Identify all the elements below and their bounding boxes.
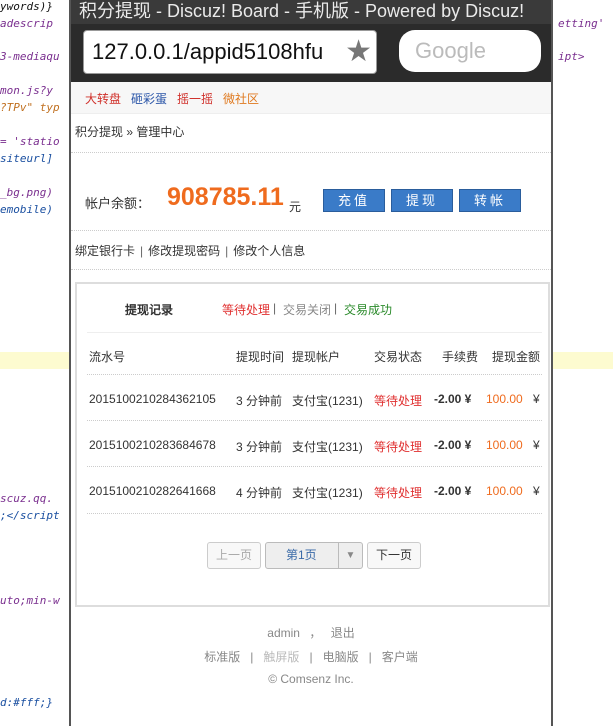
mode-desktop-link[interactable]: 电脑版 bbox=[323, 650, 359, 664]
footer-user: admin ， 退出 bbox=[71, 624, 551, 641]
mode-client-link[interactable]: 客户端 bbox=[382, 650, 418, 664]
breadcrumb[interactable]: 积分提现 » 管理中心 bbox=[75, 123, 184, 140]
balance-unit: 元 bbox=[289, 200, 302, 214]
currency-cell: ¥ bbox=[533, 392, 540, 406]
withdraw-records-panel: 提现记录 等待处理 | 交易关闭 | 交易成功 流水号 提现时间 提现帐户 交易… bbox=[75, 282, 550, 607]
records-tabs: 提现记录 等待处理 | 交易关闭 | 交易成功 bbox=[77, 284, 548, 334]
bind-bank-card-link[interactable]: 绑定银行卡 bbox=[75, 244, 135, 258]
divider bbox=[71, 269, 551, 270]
bookmark-star-icon[interactable]: ★ bbox=[345, 33, 372, 71]
balance-value: 908785.11 bbox=[167, 183, 284, 211]
code-line: ;</script bbox=[0, 509, 60, 522]
col-header-status: 交易状态 bbox=[374, 350, 423, 364]
divider bbox=[87, 466, 542, 467]
status-cell: 等待处理 bbox=[374, 486, 423, 500]
code-line: emobile) bbox=[0, 203, 53, 216]
time-cell: 3 分钟前 bbox=[236, 440, 283, 454]
code-line: d:#fff;} bbox=[0, 696, 53, 709]
window-title: 积分提现 - Discuz! Board - 手机版 - Powered by … bbox=[71, 0, 551, 24]
code-line: ?TPv" typ bbox=[0, 101, 60, 114]
code-line: etting' bbox=[558, 17, 605, 30]
recharge-button[interactable]: 充值 bbox=[323, 189, 385, 212]
status-cell: 等待处理 bbox=[374, 394, 423, 408]
withdraw-button[interactable]: 提现 bbox=[391, 189, 453, 212]
nav-link-eggs[interactable]: 砸彩蛋 bbox=[131, 90, 167, 107]
serial-cell: 2015100210283684678 bbox=[89, 438, 216, 452]
mode-touch-link[interactable]: 触屏版 bbox=[263, 650, 299, 664]
search-input[interactable]: Google bbox=[399, 30, 541, 72]
fee-cell: -2.00 ¥ bbox=[434, 484, 472, 498]
address-bar[interactable]: 127.0.0.1/appid5108hfu ★ bbox=[83, 30, 377, 74]
col-header-fee: 手续费 bbox=[442, 350, 479, 364]
status-cell: 等待处理 bbox=[374, 440, 423, 454]
serial-cell: 2015100210282641668 bbox=[89, 484, 216, 498]
logout-link[interactable]: 退出 bbox=[331, 626, 355, 640]
nav-link-shake[interactable]: 摇一摇 bbox=[177, 90, 213, 107]
records-title: 提现记录 bbox=[125, 303, 174, 317]
filter-closed[interactable]: 交易关闭 bbox=[283, 301, 331, 318]
amount-cell: 100.00 bbox=[486, 392, 523, 406]
copyright: © Comsenz Inc. bbox=[268, 672, 354, 686]
col-header-account: 提现帐户 bbox=[292, 350, 341, 364]
browser-toolbar: 127.0.0.1/appid5108hfu ★ Google bbox=[71, 24, 551, 82]
col-header-serial: 流水号 bbox=[89, 350, 126, 364]
nav-link-community[interactable]: 微社区 bbox=[223, 90, 259, 107]
footer-comma: ， bbox=[309, 626, 322, 640]
col-header-time: 提现时间 bbox=[236, 350, 285, 364]
divider bbox=[71, 230, 551, 231]
nav-link-wheel[interactable]: 大转盘 bbox=[85, 90, 121, 107]
divider bbox=[87, 332, 542, 333]
code-line: = 'statio bbox=[0, 135, 60, 148]
col-header-amount: 提现金额 bbox=[492, 350, 541, 364]
account-links: 绑定银行卡 | 修改提现密码 | 修改个人信息 bbox=[75, 244, 306, 258]
divider bbox=[87, 513, 542, 514]
page-content: 大转盘 砸彩蛋 摇一摇 微社区 积分提现 » 管理中心 帐户余额： 908785… bbox=[71, 82, 551, 726]
change-withdraw-password-link[interactable]: 修改提现密码 bbox=[148, 244, 220, 258]
balance-label: 帐户余额： bbox=[85, 196, 151, 211]
code-line: scuz.qq. bbox=[0, 492, 53, 505]
divider bbox=[71, 152, 551, 153]
transfer-button[interactable]: 转帐 bbox=[459, 189, 521, 212]
next-page-button[interactable]: 下一页 bbox=[367, 542, 421, 569]
currency-cell: ¥ bbox=[533, 438, 540, 452]
url-text: 127.0.0.1/appid5108hfu bbox=[92, 39, 324, 64]
edit-profile-link[interactable]: 修改个人信息 bbox=[233, 244, 305, 258]
mode-standard-link[interactable]: 标准版 bbox=[204, 650, 240, 664]
top-nav: 大转盘 砸彩蛋 摇一摇 微社区 bbox=[71, 82, 551, 114]
fee-cell: -2.00 ¥ bbox=[434, 438, 472, 452]
currency-cell: ¥ bbox=[533, 484, 540, 498]
fee-cell: -2.00 ¥ bbox=[434, 392, 472, 406]
footer-username[interactable]: admin bbox=[267, 626, 300, 640]
code-line: adescrip bbox=[0, 17, 53, 30]
account-cell: 支付宝(1231) bbox=[292, 440, 363, 454]
code-line: uto;min-w bbox=[0, 594, 60, 607]
time-cell: 3 分钟前 bbox=[236, 394, 283, 408]
amount-cell: 100.00 bbox=[486, 484, 523, 498]
account-cell: 支付宝(1231) bbox=[292, 394, 363, 408]
filter-pending[interactable]: 等待处理 bbox=[222, 301, 270, 318]
account-cell: 支付宝(1231) bbox=[292, 486, 363, 500]
code-line: 3-mediaqu bbox=[0, 50, 60, 63]
time-cell: 4 分钟前 bbox=[236, 486, 283, 500]
divider bbox=[87, 420, 542, 421]
code-line: ywords)} bbox=[0, 0, 53, 13]
page-select-value: 第1页 bbox=[286, 548, 317, 562]
filter-separator: | bbox=[273, 301, 277, 315]
filter-separator: | bbox=[334, 301, 338, 315]
code-line: ipt> bbox=[558, 50, 585, 63]
code-line: siteurl] bbox=[0, 152, 53, 165]
amount-cell: 100.00 bbox=[486, 438, 523, 452]
mobile-browser-window: 积分提现 - Discuz! Board - 手机版 - Powered by … bbox=[69, 0, 553, 726]
footer-modes: 标准版 | 触屏版 | 电脑版 | 客户端 bbox=[204, 650, 418, 664]
code-line: mon.js?y bbox=[0, 84, 53, 97]
serial-cell: 2015100210284362105 bbox=[89, 392, 216, 406]
prev-page-button[interactable]: 上一页 bbox=[207, 542, 261, 569]
filter-success[interactable]: 交易成功 bbox=[344, 301, 392, 318]
page-select[interactable]: 第1页 ▼ bbox=[265, 542, 363, 569]
divider bbox=[87, 374, 542, 375]
code-line: _bg.png) bbox=[0, 186, 53, 199]
chevron-down-icon: ▼ bbox=[338, 543, 362, 568]
